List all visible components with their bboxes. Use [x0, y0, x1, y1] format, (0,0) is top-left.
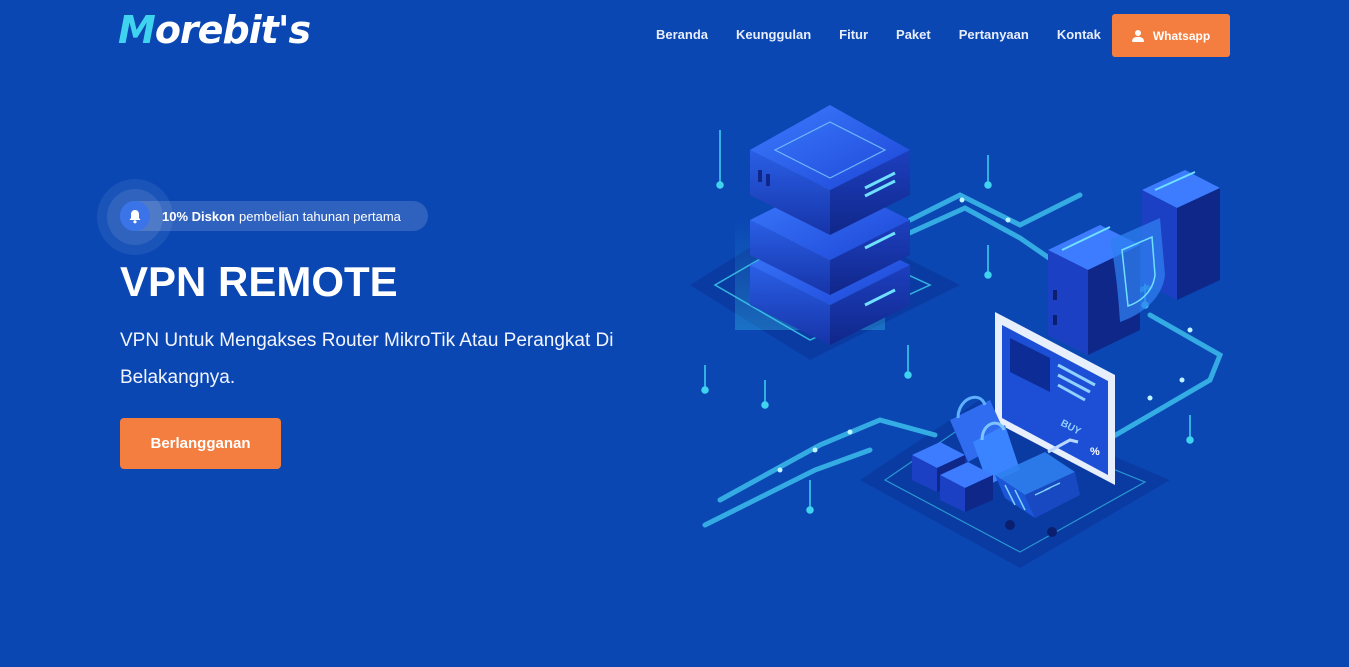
brand-logo[interactable]: Morebit's — [118, 8, 311, 52]
user-icon — [1131, 29, 1144, 42]
server-stack-icon — [750, 105, 910, 345]
nav-pertanyaan[interactable]: Pertanyaan — [959, 27, 1029, 42]
bell-icon — [120, 201, 150, 231]
server-network-illustration: BUY % — [690, 105, 1224, 568]
main-nav: Beranda Keunggulan Fitur Paket Pertanyaa… — [656, 27, 1129, 42]
subscribe-button[interactable]: Berlangganan — [120, 418, 281, 469]
screen-badge: % — [1090, 446, 1100, 458]
whatsapp-button[interactable]: Whatsapp — [1112, 14, 1230, 57]
nav-kontak[interactable]: Kontak — [1057, 27, 1101, 42]
nav-beranda[interactable]: Beranda — [656, 27, 708, 42]
nav-paket[interactable]: Paket — [896, 27, 931, 42]
promo-badge: 10% Diskon pembelian tahunan pertama — [120, 201, 428, 231]
promo-highlight: 10% Diskon — [162, 208, 235, 224]
nav-fitur[interactable]: Fitur — [839, 27, 868, 42]
logo-initial: M — [118, 8, 156, 52]
promo-text: pembelian tahunan pertama — [238, 208, 401, 224]
hero-subtitle: VPN Untuk Mengakses Router MikroTik Atau… — [120, 330, 614, 388]
landing-page: Morebit's Beranda Keunggulan Fitur Paket… — [0, 0, 1349, 667]
nav-keunggulan[interactable]: Keunggulan — [736, 27, 811, 42]
hero-title: VPN REMOTE — [120, 258, 398, 305]
whatsapp-label: Whatsapp — [1152, 28, 1211, 43]
logo-text: orebit's — [154, 8, 311, 52]
